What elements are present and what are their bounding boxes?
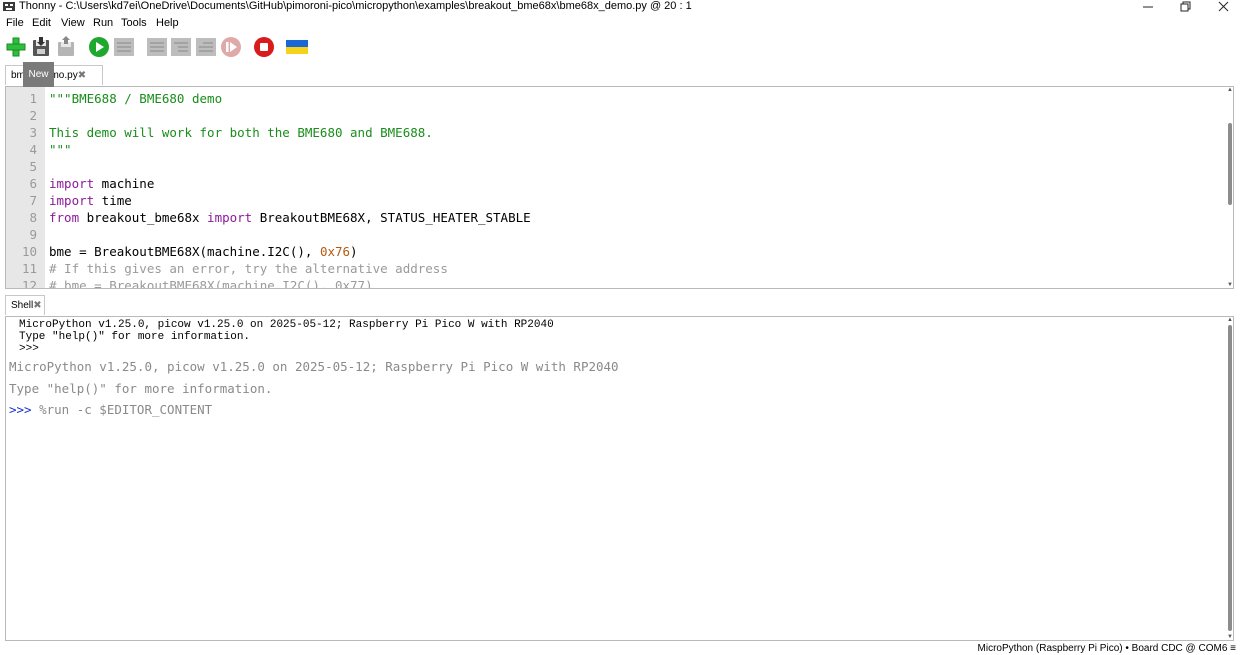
save-icon[interactable] <box>30 36 52 58</box>
new-file-icon[interactable] <box>5 36 27 58</box>
code-token: import <box>49 193 95 208</box>
shell-scroll-down-icon[interactable]: ▼ <box>1227 634 1233 640</box>
shell-tab-close-icon[interactable]: ✖ <box>33 300 41 311</box>
line-number: 11 <box>21 261 37 276</box>
step-out-icon[interactable] <box>195 36 217 58</box>
menu-tools[interactable]: Tools <box>121 16 147 30</box>
code-line: import time <box>49 192 132 209</box>
code-token: import <box>49 176 95 191</box>
line-number: 12 <box>21 278 37 289</box>
line-number: 5 <box>29 159 37 174</box>
shell-tab-bar: Shell✖ <box>0 293 1240 316</box>
ukraine-flag-icon[interactable] <box>286 36 308 58</box>
run-icon[interactable] <box>88 36 110 58</box>
shell-panel[interactable]: MicroPython v1.25.0, picow v1.25.0 on 20… <box>5 316 1234 641</box>
step-over-icon[interactable] <box>146 36 168 58</box>
status-bar: MicroPython (Raspberry Pi Pico) • Board … <box>0 641 1240 655</box>
shell-banner-prompt: >>> <box>19 343 39 355</box>
code-token: This demo will work for both the BME680 … <box>49 125 433 140</box>
scroll-down-icon[interactable]: ▼ <box>1227 282 1233 288</box>
code-editor[interactable]: 1 2 3 4 5 6 7 8 9 10 11 12 """BME688 / BME680 demo T… <box>5 86 1234 289</box>
shell-output-line: Type "help()" for more information. <box>9 381 273 396</box>
line-number: 3 <box>29 125 37 140</box>
shell-banner-line: MicroPython v1.25.0, picow v1.25.0 on 20… <box>19 319 554 331</box>
code-token: ) <box>350 244 358 259</box>
tab-shell[interactable]: Shell✖ <box>5 295 45 315</box>
code-token: import <box>207 210 253 225</box>
code-token: # bme = BreakoutBME68X(machine.I2C(), 0x… <box>49 278 373 289</box>
code-token: bme = BreakoutBME68X(machine.I2C(), <box>49 244 320 259</box>
resume-icon[interactable] <box>220 36 242 58</box>
line-number-gutter: 1 2 3 4 5 6 7 8 9 10 11 12 <box>6 87 45 288</box>
scroll-up-icon[interactable]: ▲ <box>1227 87 1233 93</box>
code-line: """ <box>49 141 72 158</box>
shell-scroll-up-icon[interactable]: ▲ <box>1227 317 1233 323</box>
code-line: import machine <box>49 175 154 192</box>
shell-scrollbar[interactable]: ▲ ▼ <box>1227 317 1233 640</box>
code-token: breakout_bme68x <box>79 210 208 225</box>
code-token: """ <box>49 142 72 157</box>
editor-tab-bar: bm emo.py✖ <box>0 63 1240 86</box>
code-line: This demo will work for both the BME680 … <box>49 124 433 141</box>
code-token: BreakoutBME68X, STATUS_HEATER_STABLE <box>252 210 531 225</box>
shell-scroll-thumb[interactable] <box>1228 325 1232 631</box>
close-icon[interactable] <box>1201 0 1240 14</box>
stop-icon[interactable] <box>253 36 275 58</box>
load-icon[interactable] <box>55 36 77 58</box>
menu-run[interactable]: Run <box>93 16 113 30</box>
tab-bme68x-demo[interactable]: bm emo.py✖ <box>5 65 103 85</box>
line-number: 6 <box>29 176 37 191</box>
shell-output-line: MicroPython v1.25.0, picow v1.25.0 on 20… <box>9 359 619 374</box>
code-token: 0x76 <box>319 244 351 259</box>
code-line: """BME688 / BME680 demo <box>49 90 222 107</box>
code-token: time <box>94 193 132 208</box>
tab-close-icon[interactable]: ✖ <box>78 70 86 81</box>
menu-edit[interactable]: Edit <box>32 16 51 30</box>
menu-file[interactable]: File <box>6 16 24 30</box>
step-into-icon[interactable] <box>170 36 192 58</box>
line-number: 4 <box>29 142 37 157</box>
menu-help[interactable]: Help <box>156 16 179 30</box>
code-line: bme = BreakoutBME68X(machine.I2C(), 0x76… <box>49 243 358 260</box>
line-number: 8 <box>29 210 37 225</box>
new-tooltip: New <box>23 62 54 87</box>
line-number: 9 <box>29 227 37 242</box>
line-number: 2 <box>29 108 37 123</box>
code-line: # bme = BreakoutBME68X(machine.I2C(), 0x… <box>49 277 373 289</box>
shell-command: %run -c $EDITOR_CONTENT <box>31 402 213 417</box>
code-token: # If this gives an error, try the altern… <box>49 261 448 276</box>
menu-bar: File Edit View Run Tools Help <box>0 14 1240 32</box>
line-number: 1 <box>29 91 37 106</box>
window-title: Thonny - C:\Users\kd7ei\OneDrive\Documen… <box>19 0 692 12</box>
interpreter-status[interactable]: MicroPython (Raspberry Pi Pico) • Board … <box>978 642 1236 655</box>
menu-view[interactable]: View <box>61 16 85 30</box>
code-line: # If this gives an error, try the altern… <box>49 260 448 277</box>
code-token: from <box>49 210 80 225</box>
code-token: """BME688 / BME680 demo <box>49 91 223 106</box>
code-token: machine <box>94 176 155 191</box>
shell-tab-label: Shell <box>11 300 34 311</box>
title-bar: Thonny - C:\Users\kd7ei\OneDrive\Documen… <box>0 0 1240 14</box>
code-line: from breakout_bme68x import BreakoutBME6… <box>49 209 531 226</box>
line-number: 7 <box>29 193 37 208</box>
thonny-app-icon <box>3 2 15 11</box>
shell-command-line[interactable]: >>> %run -c $EDITOR_CONTENT <box>9 401 212 418</box>
editor-scrollbar[interactable]: ▲ ▼ <box>1227 87 1233 288</box>
toolbar <box>0 32 1240 63</box>
editor-scroll-thumb[interactable] <box>1228 123 1232 205</box>
debug-icon[interactable] <box>113 36 135 58</box>
line-number: 10 <box>21 244 37 259</box>
shell-prompt: >>> <box>9 402 32 417</box>
shell-banner-line: Type "help()" for more information. <box>19 331 251 343</box>
